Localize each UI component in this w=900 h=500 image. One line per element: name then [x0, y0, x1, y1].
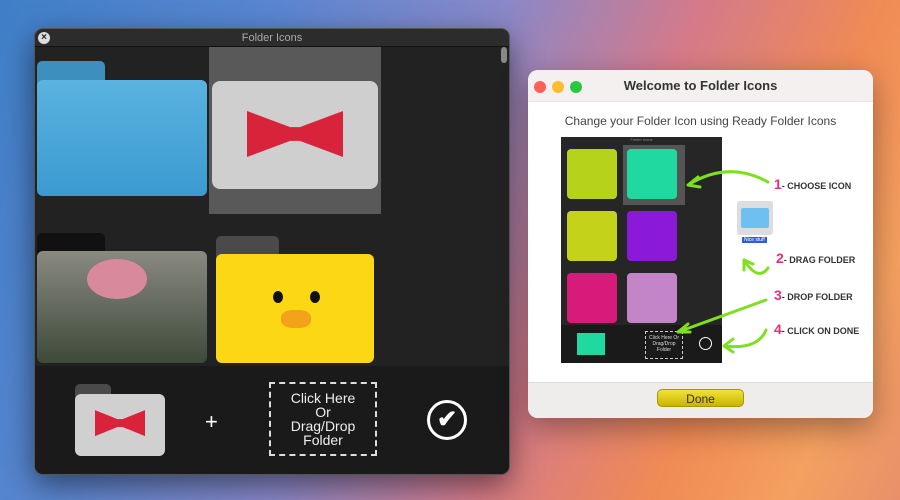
- folder-icons-window: × Folder Icons + Click Here Or Drag/Drop…: [34, 28, 510, 475]
- preview-folder-icon: [75, 384, 165, 456]
- drop-text: Drag/Drop: [290, 418, 356, 434]
- done-button[interactable]: Done: [657, 389, 744, 407]
- drop-text: Click Here: [290, 390, 356, 406]
- arrows: [676, 170, 770, 354]
- window-title: Folder Icons: [241, 32, 303, 44]
- duck-folder-icon[interactable]: [216, 236, 374, 363]
- bowtie-folder-icon[interactable]: [212, 81, 378, 189]
- title-bar: × Folder Icons: [35, 29, 509, 47]
- close-icon[interactable]: ×: [38, 32, 50, 44]
- done-check-button[interactable]: ✔: [427, 400, 467, 440]
- tree-folder-icon[interactable]: [37, 233, 207, 363]
- plus-icon: +: [205, 409, 218, 434]
- scrollbar[interactable]: [501, 47, 507, 63]
- drop-zone[interactable]: Click Here Or Drag/Drop Folder: [269, 382, 377, 456]
- drop-text: Or: [315, 404, 331, 420]
- blue-folder-icon[interactable]: [37, 61, 207, 196]
- welcome-window: Welcome to Folder Icons Change your Fold…: [528, 70, 873, 418]
- drop-text: Folder: [303, 432, 343, 448]
